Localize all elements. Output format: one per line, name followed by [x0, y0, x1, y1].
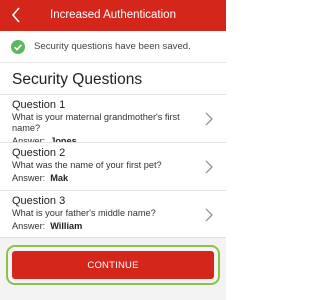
- check-circle-icon: [11, 40, 25, 54]
- question-title: Question 2: [12, 147, 66, 159]
- question-text: What is your maternal grandmother's firs…: [12, 112, 180, 133]
- question-answer: Answer: William: [12, 220, 196, 232]
- question-title: Question 3: [12, 195, 66, 207]
- chevron-left-icon: [11, 7, 20, 23]
- answer-value: William: [50, 221, 83, 231]
- question-title: Question 1: [12, 99, 66, 111]
- section-title: Security Questions: [12, 71, 143, 88]
- question-answer: Answer: Mak: [12, 172, 196, 184]
- question-item-2[interactable]: Question 2 What was the name of your fir…: [0, 142, 226, 190]
- answer-value: Mak: [50, 173, 69, 183]
- answer-label: Answer:: [12, 173, 46, 183]
- chevron-right-icon: [205, 160, 213, 174]
- continue-button[interactable]: CONTINUE: [12, 251, 214, 279]
- chevron-right-icon: [205, 208, 213, 222]
- notice-text: Security questions have been saved.: [34, 41, 191, 52]
- page-title: Increased Authentication: [50, 9, 176, 21]
- question-item-3[interactable]: Question 3 What is your father's middle …: [0, 190, 226, 238]
- question-item-1[interactable]: Question 1 What is your maternal grandmo…: [0, 94, 226, 146]
- question-text: What was the name of your first pet?: [12, 160, 162, 170]
- success-notice: Security questions have been saved.: [0, 31, 226, 63]
- answer-label: Answer:: [12, 221, 46, 231]
- question-list: Question 1 What is your maternal grandmo…: [0, 94, 226, 238]
- chevron-right-icon: [205, 112, 213, 126]
- back-button[interactable]: [4, 3, 28, 27]
- question-text: What is your father's middle name?: [12, 208, 156, 218]
- app-header: Increased Authentication: [0, 0, 226, 31]
